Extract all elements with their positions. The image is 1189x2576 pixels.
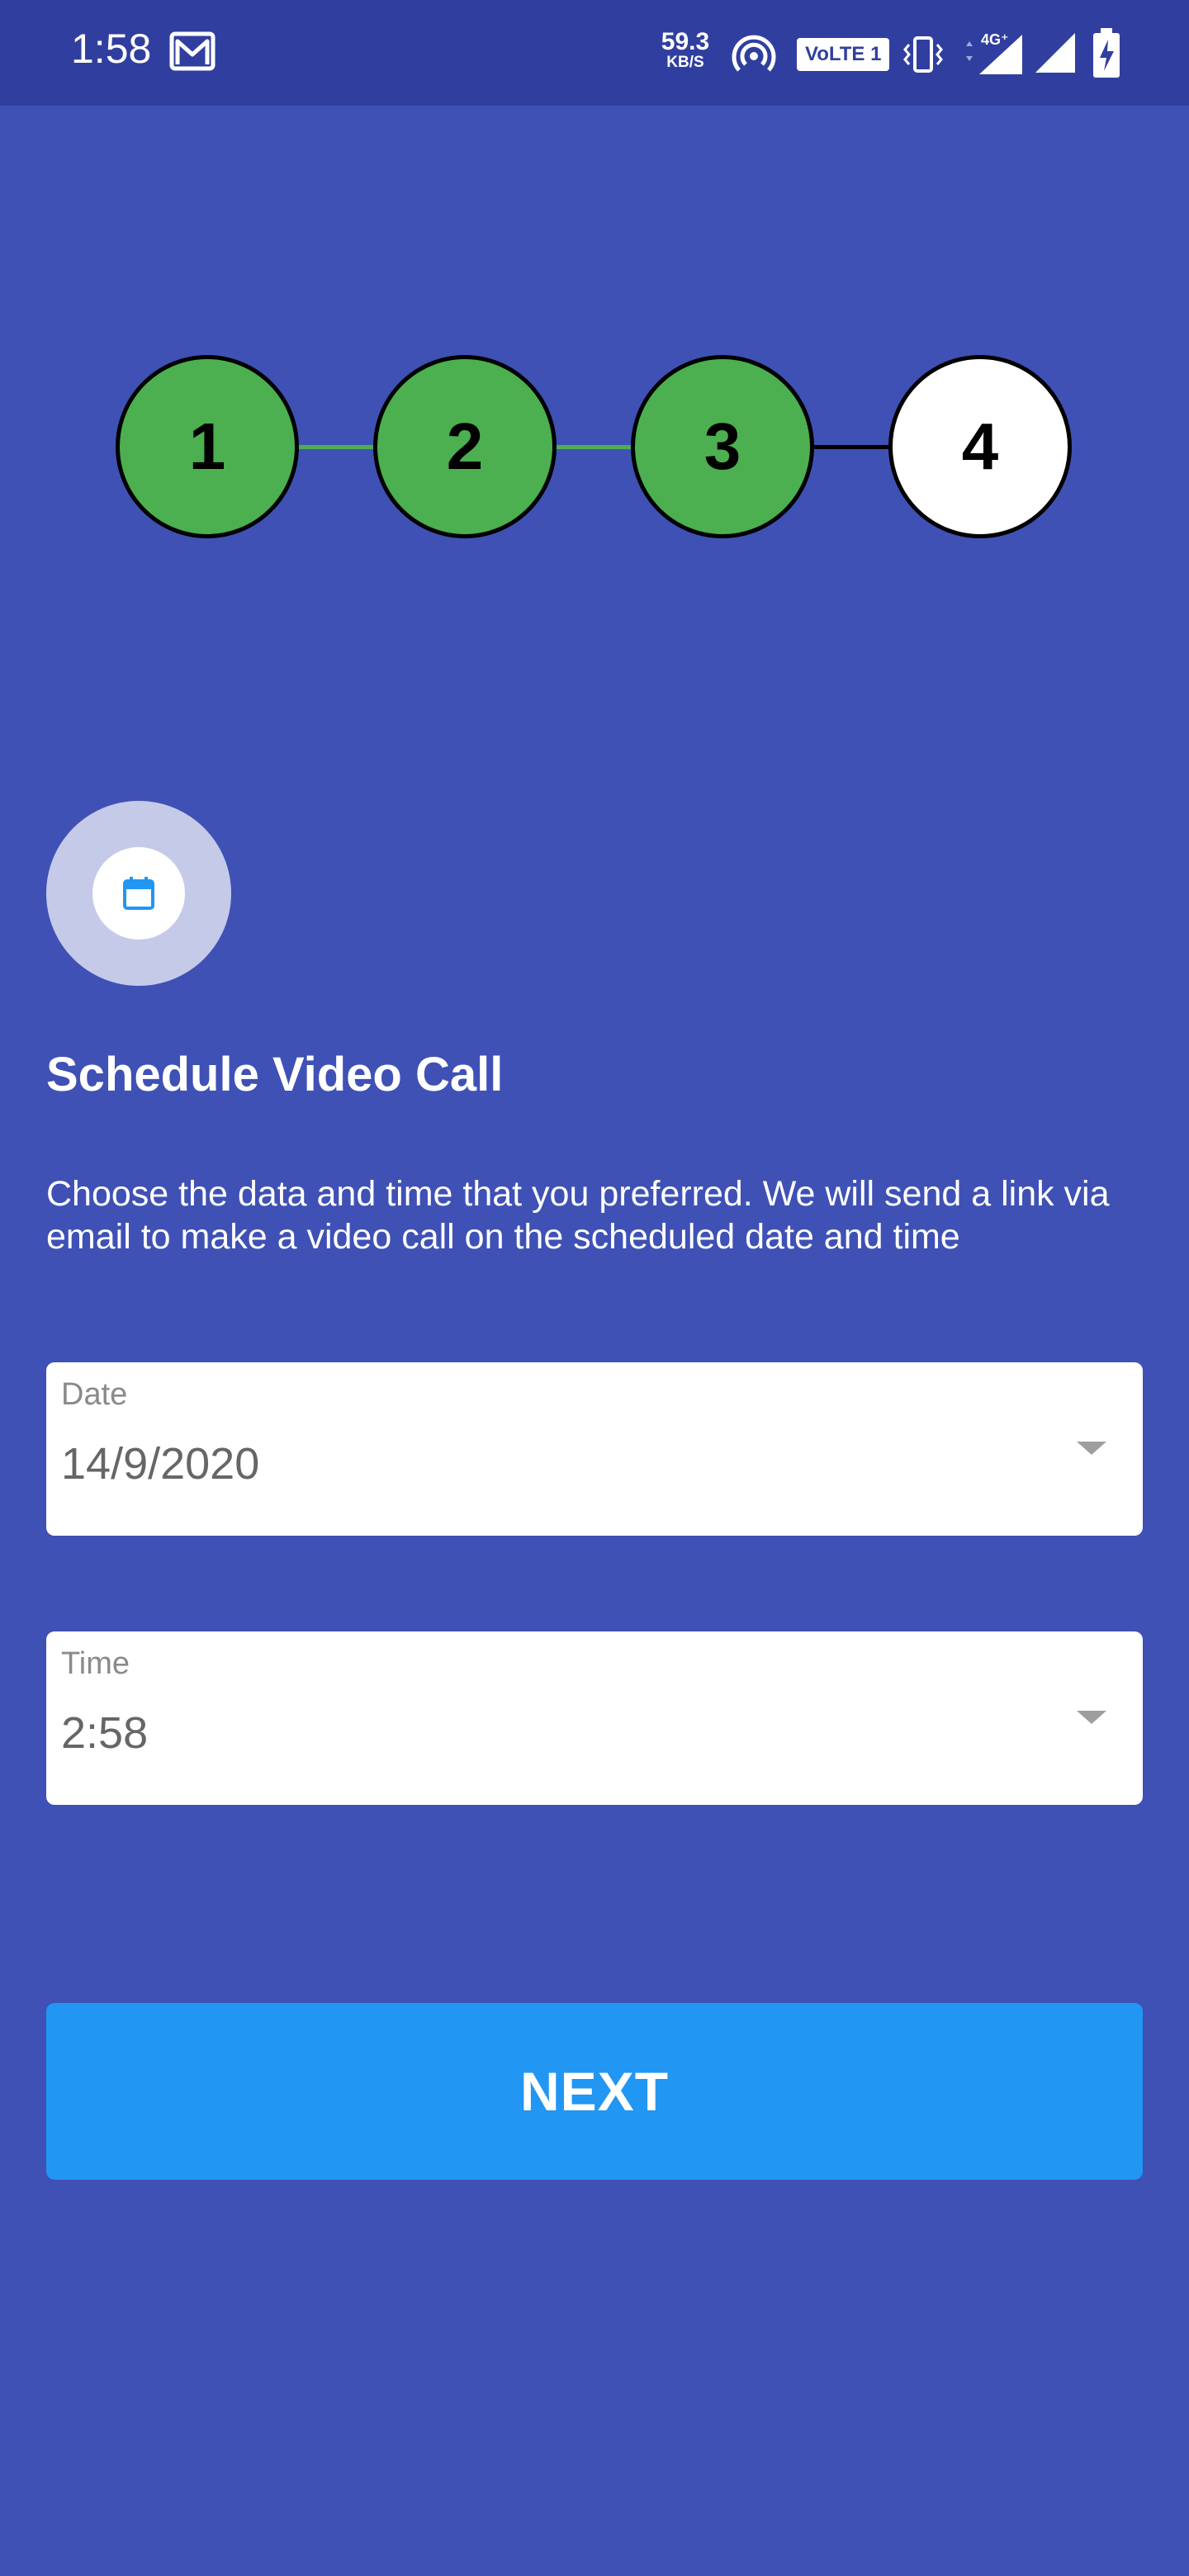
dropdown-arrow-icon [1077, 1711, 1106, 1724]
step-connector [552, 445, 637, 449]
time-dropdown[interactable]: Time 2:58 [46, 1631, 1143, 1805]
step-2: 2 [373, 355, 557, 538]
step-4: 4 [888, 355, 1072, 538]
dropdown-arrow-icon [1077, 1442, 1106, 1455]
date-dropdown[interactable]: Date 14/9/2020 [46, 1362, 1143, 1536]
step-connector [809, 445, 895, 449]
hotspot-icon [732, 35, 776, 72]
gmail-notification-icon [169, 31, 216, 71]
status-bar: 1:58 59.3 KB/S VoLTE 1 4G⁺ [0, 0, 1189, 106]
battery-charging-icon [1093, 28, 1120, 78]
step-3: 3 [631, 355, 814, 538]
step-1: 1 [116, 355, 299, 538]
signal-icon [1035, 33, 1075, 73]
progress-stepper: 1 2 3 4 [0, 355, 1189, 538]
vibrate-icon [903, 36, 943, 73]
time-value: 2:58 [61, 1708, 149, 1758]
page-title: Schedule Video Call [46, 1048, 504, 1101]
network-type-label: 4G⁺ [981, 31, 1009, 48]
step-connector [294, 445, 380, 449]
network-speed: 59.3 KB/S [661, 28, 710, 71]
page-description: Choose the data and time that you prefer… [46, 1174, 1110, 1257]
status-time: 1:58 [71, 26, 152, 72]
time-label: Time [61, 1646, 130, 1681]
calendar-icon [123, 877, 154, 910]
volte-badge: VoLTE 1 [797, 38, 890, 71]
date-value: 14/9/2020 [61, 1439, 260, 1489]
calendar-badge [46, 801, 231, 986]
next-button[interactable]: NEXT [46, 2003, 1143, 2180]
date-label: Date [61, 1377, 128, 1412]
